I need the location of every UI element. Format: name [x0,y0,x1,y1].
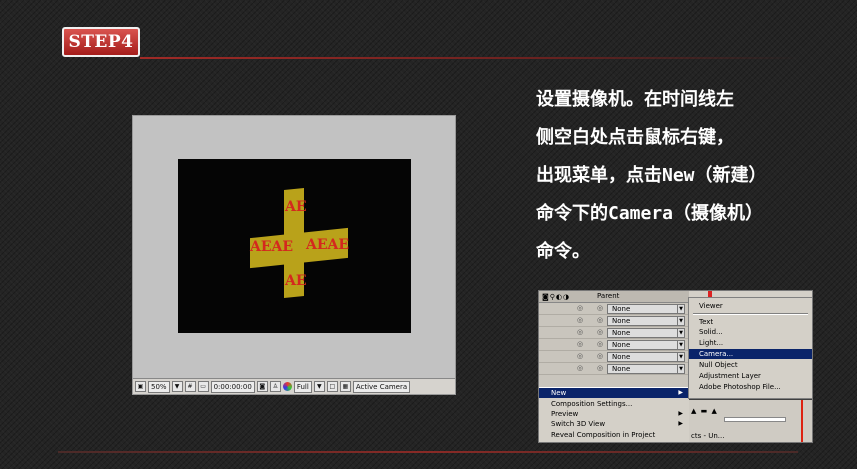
parent-select[interactable]: None [607,328,683,338]
current-time-indicator[interactable] [801,397,803,442]
layer-switch-icons: ◙⚲◐◑ [542,293,571,301]
ae-label-left: AEAE [250,239,294,255]
region-of-interest-icon[interactable]: □ [326,381,338,392]
timeline-layer-row[interactable]: ◎ ◎ None ▼ [539,339,689,351]
dropdown-arrow-icon[interactable]: ▼ [677,340,685,350]
composition-canvas: AE AEAE AEAE AE [178,159,411,333]
step-badge: STEP4 [62,27,140,57]
menu-item-reveal-composition[interactable]: Reveal Composition in Project [539,430,689,440]
transparency-grid-icon[interactable]: ▦ [339,381,351,392]
menu-item-composition-settings[interactable]: Composition Settings... [539,399,689,409]
camera-view-select[interactable]: Active Camera [352,380,411,393]
parent-select[interactable]: None [607,304,683,314]
pickwhip-icon[interactable]: ◎ [597,316,603,324]
timeline-layer-row[interactable]: ◎ ◎ None ▼ [539,327,689,339]
viewer-toolbar: ▣ 50% ▼ # ▭ 0:00:00:00 ◙ ♙ Full ▼ □ ▦ Ac… [133,378,455,394]
ae-label-bottom: AE [285,273,307,289]
submenu-arrow-icon: ▶ [678,420,683,427]
timeline-layer-panel: ◙⚲◐◑ Parent ◎ ◎ None ▼ ◎ ◎ None ▼ ◎ ◎ None ▼ ◎… [539,291,689,387]
dropdown-arrow-icon[interactable]: ▼ [677,364,685,374]
dropdown-arrow-icon[interactable]: ▼ [677,328,685,338]
menu-separator [693,313,808,315]
submenu-arrow-icon: ▶ [678,389,683,396]
composition-viewer-screenshot: AE AEAE AEAE AE ▣ 50% ▼ # ▭ 0:00:00:00 ◙… [132,115,456,395]
timeline-layer-row[interactable]: ◎ ◎ None ▼ [539,363,689,375]
timeline-layer-row[interactable]: ◎ ◎ None ▼ [539,315,689,327]
preview-icon[interactable]: ▣ [135,381,146,392]
menu-item-label: Preview [551,410,579,418]
switch-icon[interactable]: ◎ [577,352,583,360]
zoom-select[interactable]: 50% [148,380,170,393]
menu-item-label: Reveal Composition in Project [551,431,656,439]
switch-icon[interactable]: ◎ [577,364,583,372]
instruction-line: 设置摄像机。在时间线左 [536,89,734,110]
context-menu-screenshot: ◙⚲◐◑ Parent ◎ ◎ None ▼ ◎ ◎ None ▼ ◎ ◎ None ▼ ◎… [538,290,813,443]
instruction-text: 设置摄像机。在时间线左 侧空白处点击鼠标右键， 出现菜单，点击New（新建） 命… [536,81,848,271]
submenu-item-solid[interactable]: Solid... [689,327,812,337]
switch-icon[interactable]: ◎ [577,316,583,324]
zoom-controls[interactable]: ▲ ▬ ▲ [691,407,718,415]
dropdown-arrow-icon[interactable]: ▼ [677,316,685,326]
menu-item-label: Switch 3D View [551,420,606,428]
instruction-line: 命令下的Camera（摄像机） [536,203,764,224]
submenu-item-text[interactable]: Text [689,317,812,327]
snapshot-icon[interactable]: ◙ [256,381,268,392]
menu-item-new[interactable]: New ▶ [539,388,689,398]
switch-icon[interactable]: ◎ [577,328,583,336]
submenu-item-light[interactable]: Light... [689,338,812,348]
dropdown-arrow-icon[interactable]: ▼ [171,381,183,392]
parent-select[interactable]: None [607,352,683,362]
pickwhip-icon[interactable]: ◎ [597,340,603,348]
ae-label-right: AEAE [306,237,350,253]
top-divider [140,57,800,59]
dropdown-arrow-icon[interactable]: ▼ [677,352,685,362]
parent-column-header: Parent [597,292,620,300]
menu-item-preview[interactable]: Preview ▶ [539,409,689,419]
instruction-line: 出现菜单，点击New（新建） [536,165,767,186]
resolution-select[interactable]: Full [293,380,312,393]
submenu-item-photoshop-file[interactable]: Adobe Photoshop File... [689,382,812,392]
menu-item-switch-3d-view[interactable]: Switch 3D View ▶ [539,419,689,429]
submenu-item-adjustment-layer[interactable]: Adjustment Layer [689,371,812,381]
parent-select[interactable]: None [607,340,683,350]
grid-icon[interactable]: # [184,381,196,392]
ae-cross-graphic: AE AEAE AEAE AE [250,187,350,299]
channel-color-icon[interactable] [282,382,292,391]
parent-select[interactable]: None [607,364,683,374]
submenu-item-null-object[interactable]: Null Object [689,360,812,370]
menu-item-label: Composition Settings... [551,400,633,408]
parent-select[interactable]: None [607,316,683,326]
timeline-graph-area: ▲ ▬ ▲ cts - Un... [689,397,812,442]
safe-zones-icon[interactable]: ▭ [197,381,209,392]
pickwhip-icon[interactable]: ◎ [597,364,603,372]
submenu-item-viewer[interactable]: Viewer [689,301,812,311]
timecode-field[interactable]: 0:00:00:00 [210,380,255,393]
switch-icon[interactable]: ◎ [577,304,583,312]
pickwhip-icon[interactable]: ◎ [597,352,603,360]
dropdown-arrow-icon[interactable]: ▼ [677,304,685,314]
timeline-layer-row[interactable]: ◎ ◎ None ▼ [539,303,689,315]
new-submenu: Viewer Text Solid... Light... Camera... … [688,297,812,399]
instruction-line: 命令。 [536,241,590,262]
submenu-item-camera[interactable]: Camera... [689,349,812,359]
timeline-context-menu: New ▶ Composition Settings... Preview ▶ Sw… [539,387,689,442]
instruction-line: 侧空白处点击鼠标右键， [536,127,734,148]
dropdown-arrow-icon[interactable]: ▼ [313,381,325,392]
switch-icon[interactable]: ◎ [577,340,583,348]
show-snapshot-icon[interactable]: ♙ [269,381,281,392]
pickwhip-icon[interactable]: ◎ [597,328,603,336]
ae-label-top: AE [285,199,307,215]
timeline-header: ◙⚲◐◑ Parent [539,291,689,303]
bottom-divider [58,451,798,453]
pickwhip-icon[interactable]: ◎ [597,304,603,312]
menu-item-label: New [551,389,567,397]
timeline-layer-row[interactable]: ◎ ◎ None ▼ [539,351,689,363]
submenu-arrow-icon: ▶ [678,410,683,417]
timeline-zoom-slider[interactable] [724,417,786,422]
panel-tab-label[interactable]: cts - Un... [691,432,724,440]
